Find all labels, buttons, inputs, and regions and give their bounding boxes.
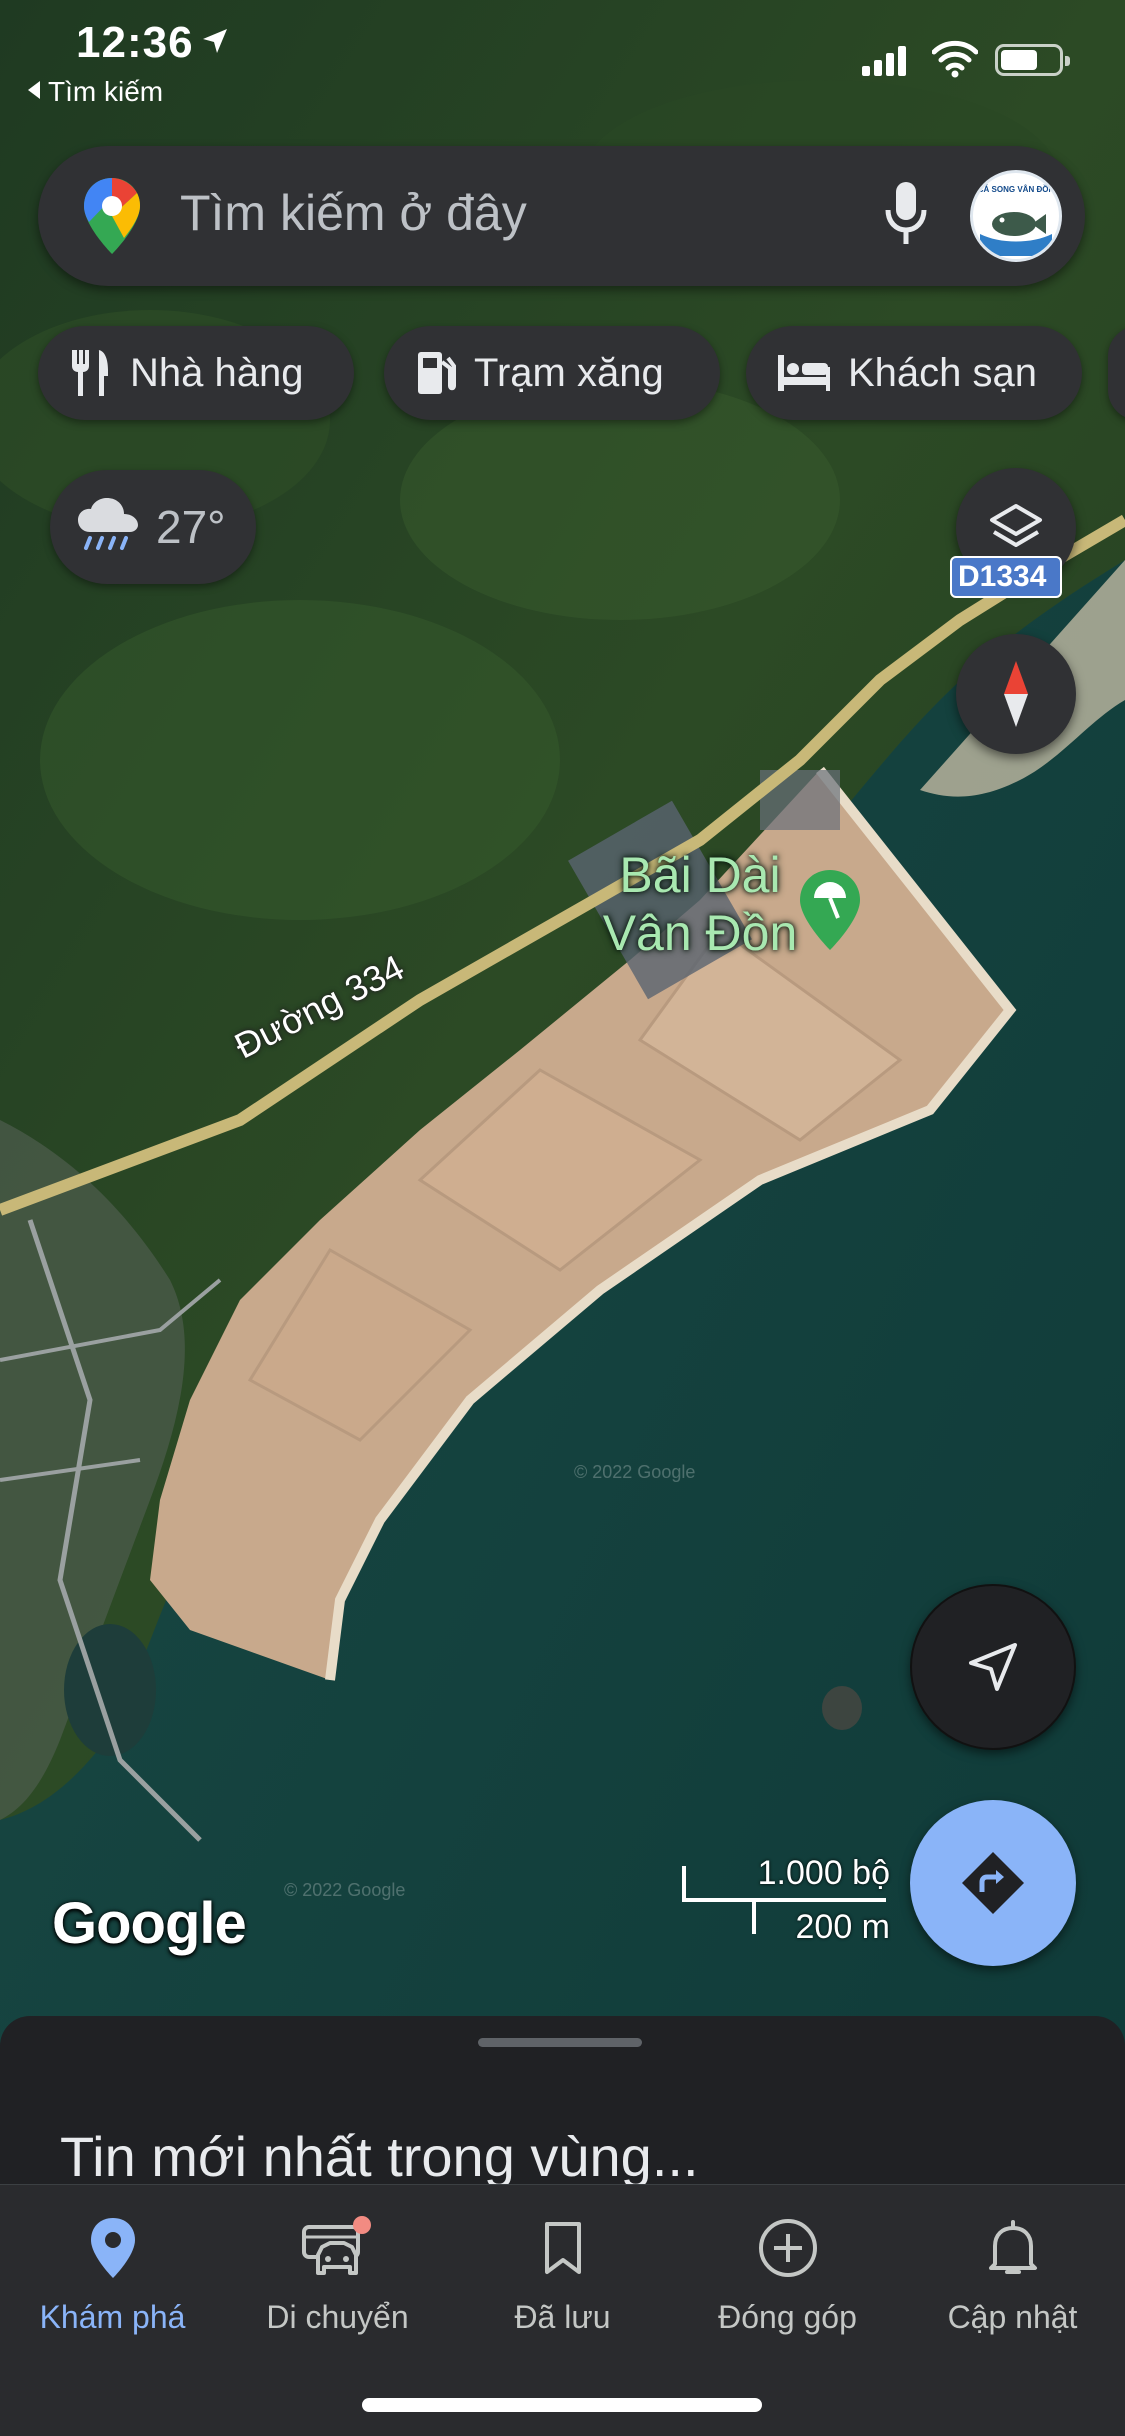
map-copyright-2: © 2022 Google <box>284 1880 406 1900</box>
restaurant-icon <box>72 350 108 396</box>
tab-saved[interactable]: Đã lưu <box>450 2209 675 2336</box>
chip-restaurants[interactable]: Nhà hàng <box>38 326 354 420</box>
weather-chip[interactable]: 27° <box>50 470 256 584</box>
map-scale: 1.000 bộ 200 m <box>680 1854 891 1946</box>
rain-cloud-icon <box>78 498 138 550</box>
chip-hotels[interactable]: Khách sạn <box>746 326 1082 420</box>
back-triangle-icon <box>28 81 40 99</box>
chip-gas-stations-label: Trạm xăng <box>474 350 664 395</box>
temperature: 27° <box>156 501 226 553</box>
location-arrow-icon <box>203 29 227 53</box>
directions-button[interactable] <box>910 1800 1076 1966</box>
search-bar[interactable]: Tìm kiếm ở đây CÁ SONG VÂN ĐỒN <box>38 146 1085 286</box>
chip-hotels-label: Khách sạn <box>848 350 1038 395</box>
hotel-icon <box>778 355 830 391</box>
tab-explore-label: Khám phá <box>39 2299 186 2335</box>
cellular-signal-icon <box>862 46 906 76</box>
sheet-drag-handle[interactable] <box>478 2038 642 2047</box>
layers-icon <box>990 504 1042 547</box>
beach-pin-icon[interactable] <box>798 868 862 952</box>
fish-logo-icon <box>980 212 1052 256</box>
tab-go[interactable]: Di chuyển <box>225 2209 450 2336</box>
sheet-headline: Tin mới nhất trong vùng... <box>60 2125 699 2188</box>
tab-go-label: Di chuyển <box>266 2299 409 2335</box>
tab-contribute-label: Đóng góp <box>718 2299 857 2335</box>
tab-contribute[interactable]: Đóng góp <box>675 2209 900 2336</box>
microphone-icon[interactable] <box>884 180 928 250</box>
scale-meters-label: 200 m <box>795 1908 891 1946</box>
tab-saved-label: Đã lưu <box>514 2299 611 2335</box>
chip-gas-stations[interactable]: Trạm xăng <box>384 326 720 420</box>
google-logo: Google <box>52 1891 247 1956</box>
compass-button[interactable] <box>956 634 1076 754</box>
back-to-app-link[interactable]: Tìm kiếm <box>28 76 163 108</box>
scale-feet-label: 1.000 bộ <box>757 1854 890 1892</box>
car-icon <box>301 2216 371 2275</box>
chip-restaurants-label: Nhà hàng <box>130 350 304 395</box>
route-shield: D1334 <box>950 556 1062 598</box>
home-indicator[interactable] <box>362 2398 762 2412</box>
add-circle-icon <box>758 2219 817 2277</box>
bookmark-icon <box>544 2222 581 2274</box>
status-time: 12:36 <box>76 18 194 67</box>
location-pin-icon <box>90 2218 135 2278</box>
back-app-label: Tìm kiếm <box>48 76 164 107</box>
google-maps-pin-icon <box>84 178 140 254</box>
my-location-button[interactable] <box>910 1584 1076 1750</box>
compass-icon <box>1004 661 1028 727</box>
search-input[interactable]: Tìm kiếm ở đây <box>180 184 527 242</box>
profile-avatar[interactable]: CÁ SONG VÂN ĐỒN <box>970 170 1062 262</box>
battery-icon <box>995 44 1070 76</box>
tab-updates[interactable]: Cập nhật <box>900 2209 1125 2336</box>
bell-icon <box>988 2220 1037 2274</box>
tab-explore[interactable]: Khám phá <box>0 2209 225 2336</box>
wifi-icon <box>932 40 978 78</box>
directions-icon <box>962 1852 1024 1914</box>
notification-badge <box>352 2216 371 2234</box>
tab-updates-label: Cập nhật <box>947 2299 1078 2335</box>
navigation-arrow-icon <box>969 1643 1017 1691</box>
map-copyright: © 2022 Google <box>574 1462 696 1482</box>
gas-station-icon <box>418 352 456 394</box>
